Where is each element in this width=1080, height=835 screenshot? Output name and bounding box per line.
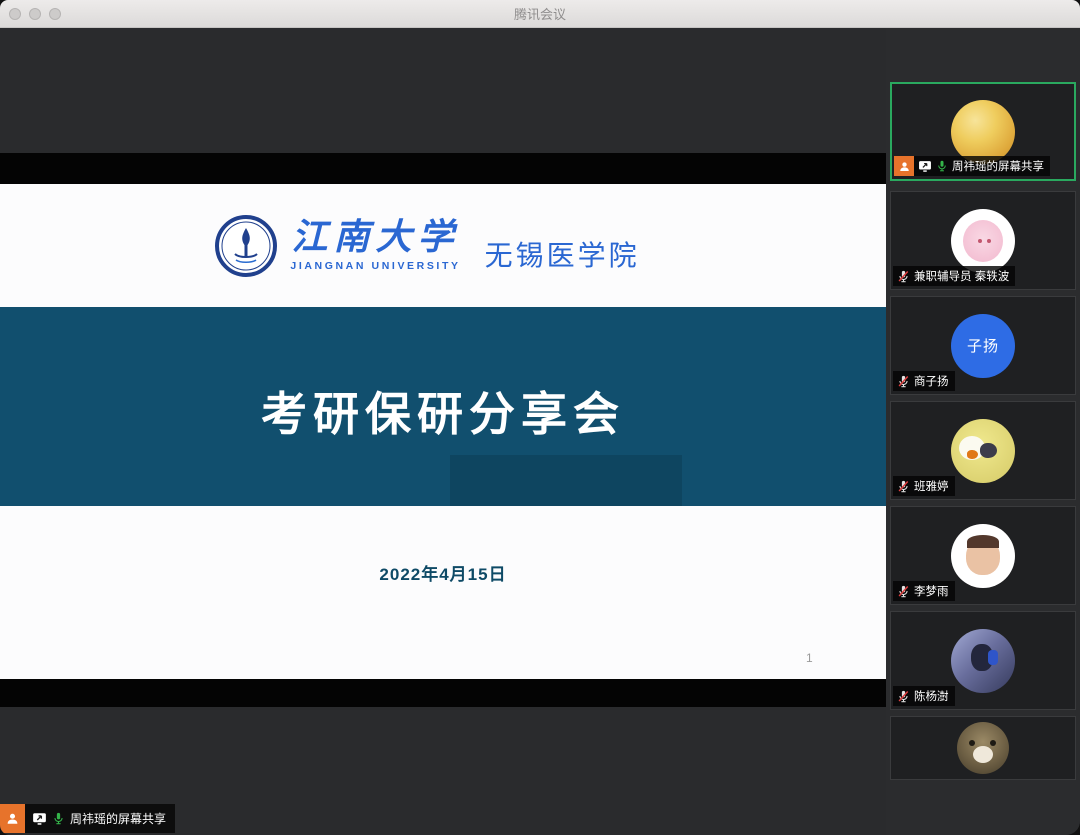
close-button[interactable]: [9, 8, 21, 20]
participant-avatar: 子扬: [951, 314, 1015, 378]
window-title: 腾讯会议: [514, 4, 566, 23]
screen-share-icon: [918, 159, 932, 173]
minimize-button[interactable]: [29, 8, 41, 20]
participant-avatar: [951, 100, 1015, 164]
slide-title-band-shade: [450, 455, 682, 506]
microphone-on-icon: [52, 812, 65, 825]
participant-label: 陈杨澍: [893, 686, 955, 706]
participant-name: 商子扬: [914, 373, 949, 389]
host-person-icon: [894, 156, 914, 176]
participant-tile[interactable]: 班雅婷: [890, 401, 1076, 500]
participant-name: 李梦雨: [914, 583, 949, 599]
participant-avatar: [951, 209, 1015, 273]
participant-avatar: [951, 629, 1015, 693]
titlebar: 腾讯会议: [0, 0, 1080, 28]
college-name: 无锡医学院: [485, 234, 640, 274]
jiangnan-university-emblem-icon: [214, 214, 278, 278]
microphone-muted-icon: [897, 480, 910, 493]
microphone-muted-icon: [897, 375, 910, 388]
slide-letterbox-top: [0, 153, 886, 184]
university-logo-row: 江南大学 JIANGNAN UNIVERSITY 无锡医学院: [214, 214, 639, 278]
tencent-meeting-window: 腾讯会议 江南大学 JIANGNAN UNIVER: [0, 0, 1080, 835]
slide-title-band: 考研保研分享会: [0, 307, 886, 506]
host-person-icon: [0, 804, 25, 833]
participant-tile[interactable]: 陈杨澍: [890, 611, 1076, 710]
participant-name: 班雅婷: [914, 478, 949, 494]
slide-letterbox-bottom: [0, 679, 886, 707]
participant-tile[interactable]: [890, 716, 1076, 780]
slide-date: 2022年4月15日: [0, 560, 886, 585]
slide-footer-area: 2022年4月15日 1: [0, 506, 886, 679]
microphone-on-icon: [936, 160, 948, 172]
participant-name: 周祎瑶的屏幕共享: [952, 158, 1044, 174]
participant-tile[interactable]: 子扬 商子扬: [890, 296, 1076, 395]
slide-header-area: 江南大学 JIANGNAN UNIVERSITY 无锡医学院: [0, 184, 886, 307]
participant-label: 商子扬: [893, 371, 955, 391]
participant-avatar: [957, 722, 1009, 774]
shared-screen-view: 江南大学 JIANGNAN UNIVERSITY 无锡医学院 考研保研分享会 2…: [0, 28, 886, 835]
participant-name: 兼职辅导员 秦轶波: [914, 268, 1009, 284]
microphone-muted-icon: [897, 585, 910, 598]
presenter-name: 周祎瑶的屏幕共享: [70, 810, 166, 827]
microphone-muted-icon: [897, 690, 910, 703]
university-name-block: 江南大学 JIANGNAN UNIVERSITY: [290, 219, 460, 272]
participant-name: 陈杨澍: [914, 688, 949, 704]
participant-tile[interactable]: 李梦雨: [890, 506, 1076, 605]
participant-label: 周祎瑶的屏幕共享: [894, 156, 1050, 176]
presenter-overlay: 周祎瑶的屏幕共享: [0, 804, 175, 833]
university-name-cn: 江南大学: [291, 219, 459, 255]
microphone-muted-icon: [897, 270, 910, 283]
participant-tile[interactable]: 周祎瑶的屏幕共享: [890, 82, 1076, 181]
participant-label: 李梦雨: [893, 581, 955, 601]
participant-tile[interactable]: 兼职辅导员 秦轶波: [890, 191, 1076, 290]
slide-page-number: 1: [806, 651, 813, 665]
participant-label: 兼职辅导员 秦轶波: [893, 266, 1015, 286]
participant-avatar: [951, 419, 1015, 483]
zoom-button[interactable]: [49, 8, 61, 20]
slide-title: 考研保研分享会: [261, 378, 625, 444]
traffic-lights: [9, 8, 61, 20]
participants-sidebar[interactable]: 周祎瑶的屏幕共享: [886, 28, 1080, 835]
university-name-en: JIANGNAN UNIVERSITY: [290, 260, 460, 272]
participant-avatar: [951, 524, 1015, 588]
participant-label: 班雅婷: [893, 476, 955, 496]
screen-share-icon: [32, 811, 47, 826]
